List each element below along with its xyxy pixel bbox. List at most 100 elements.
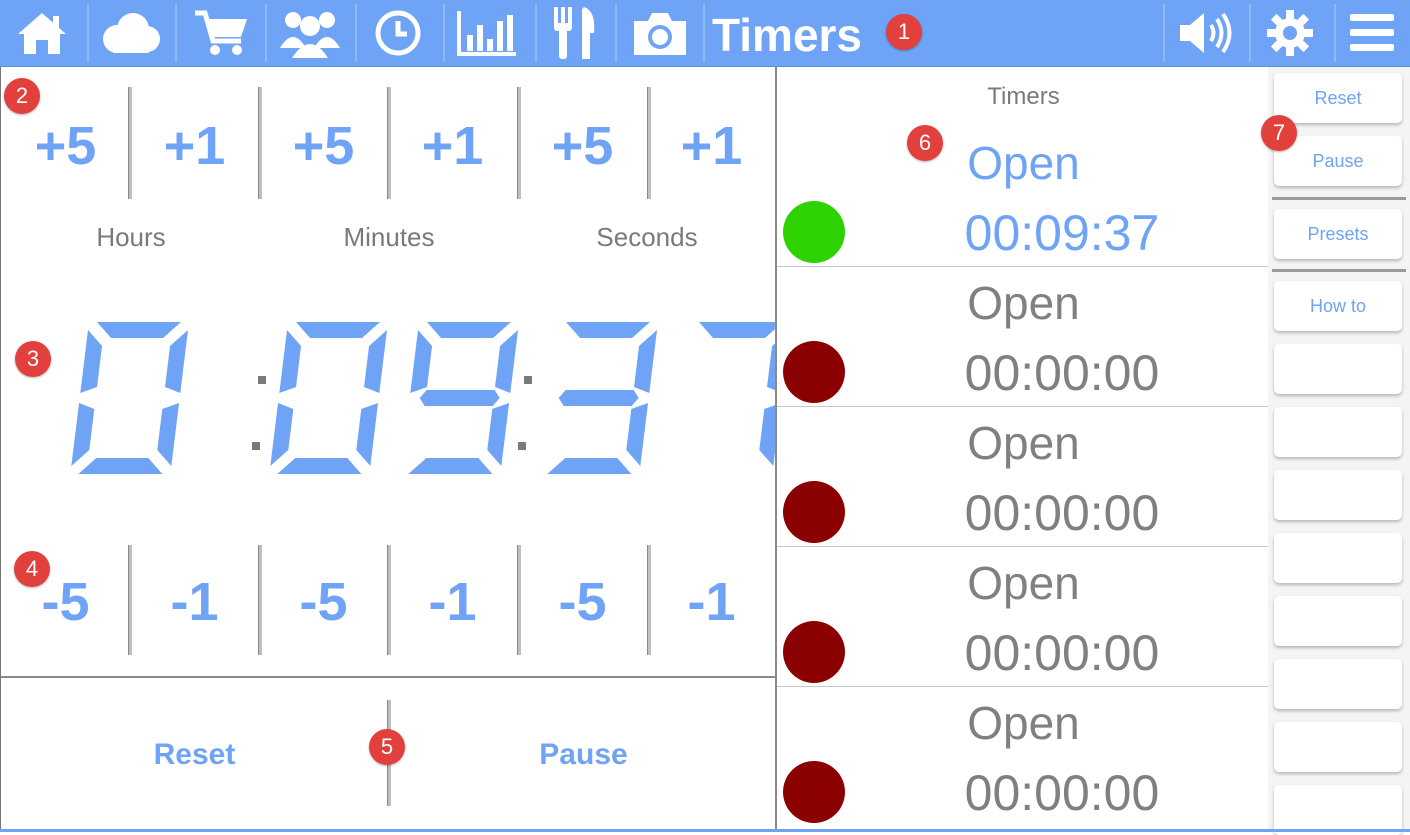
lcd-segment bbox=[547, 458, 632, 474]
sidebar-empty-button[interactable] bbox=[1274, 722, 1402, 772]
seconds-minus-1-button[interactable]: -1 bbox=[647, 547, 776, 657]
lcd-digit bbox=[270, 322, 388, 474]
timer-row-2[interactable]: Open 00:00:00 bbox=[777, 266, 1270, 407]
timer-row-1[interactable]: Open 00:09:37 bbox=[777, 126, 1270, 267]
toolbar-separator bbox=[265, 4, 267, 62]
toolbar-separator bbox=[1334, 4, 1336, 62]
timer-name: Open bbox=[967, 417, 1080, 469]
minutes-plus-1-button[interactable]: +1 bbox=[388, 91, 517, 201]
page-title: Timers bbox=[712, 9, 863, 61]
sidebar-empty-button[interactable] bbox=[1274, 533, 1402, 583]
lcd-digit bbox=[547, 322, 658, 474]
seconds-plus-5-button[interactable]: +5 bbox=[518, 91, 647, 201]
clock-icon[interactable] bbox=[370, 0, 426, 66]
sidebar-empty-button[interactable] bbox=[1274, 470, 1402, 520]
annotation-badge: 5 bbox=[369, 729, 405, 765]
people-icon[interactable] bbox=[278, 0, 342, 66]
menu-icon[interactable] bbox=[1344, 0, 1400, 66]
status-indicator bbox=[783, 481, 845, 543]
gear-icon[interactable] bbox=[1262, 0, 1318, 66]
divider bbox=[128, 87, 132, 199]
timers-list-title: Timers bbox=[987, 83, 1060, 110]
annotation-badge: 7 bbox=[1261, 115, 1297, 151]
minutes-plus-5-button[interactable]: +5 bbox=[259, 91, 388, 201]
lcd-time-display bbox=[1, 312, 776, 487]
sidebar-howto-button[interactable]: How to bbox=[1274, 281, 1402, 331]
minutes-minus-1-button[interactable]: -1 bbox=[388, 547, 517, 657]
lcd-segment bbox=[80, 330, 103, 393]
lcd-segment bbox=[270, 403, 294, 466]
sidebar-empty-button[interactable] bbox=[1274, 344, 1402, 394]
lcd-digit bbox=[71, 322, 189, 474]
status-indicator bbox=[783, 761, 845, 823]
sidebar-presets-button[interactable]: Presets bbox=[1274, 209, 1402, 259]
cloud-icon[interactable] bbox=[98, 0, 162, 66]
lcd-segment bbox=[626, 403, 649, 466]
status-indicator bbox=[783, 201, 845, 263]
annotation-badge: 3 bbox=[15, 341, 51, 377]
sidebar-empty-button[interactable] bbox=[1274, 407, 1402, 457]
timers-list-panel: Timers Open 00:09:37 Open 00:00:00 Open … bbox=[775, 67, 1270, 832]
divider bbox=[517, 87, 521, 199]
timer-time: 00:00:00 bbox=[964, 345, 1160, 401]
status-indicator bbox=[783, 621, 845, 683]
annotation-badge: 4 bbox=[14, 551, 50, 587]
timer-time: 00:00:00 bbox=[964, 485, 1160, 541]
timer-row-5[interactable]: Open 00:00:00 bbox=[777, 686, 1270, 826]
lcd-colon-dot bbox=[518, 442, 526, 450]
sidebar-empty-button[interactable] bbox=[1274, 659, 1402, 709]
lcd-segment bbox=[634, 330, 658, 393]
timer-time: 00:00:00 bbox=[964, 765, 1160, 821]
annotation-badge: 6 bbox=[907, 125, 943, 161]
annotation-badge: 1 bbox=[886, 14, 922, 50]
pause-button[interactable]: Pause bbox=[391, 678, 776, 832]
lcd-segment bbox=[356, 403, 379, 466]
volume-icon[interactable] bbox=[1176, 0, 1236, 66]
seconds-plus-1-button[interactable]: +1 bbox=[647, 91, 776, 201]
timer-time: 00:09:37 bbox=[964, 205, 1160, 261]
right-sidebar: Reset Pause Presets How to bbox=[1268, 67, 1410, 835]
divider bbox=[387, 87, 391, 199]
cart-icon[interactable] bbox=[190, 0, 252, 66]
divider bbox=[517, 545, 521, 655]
toolbar-separator bbox=[87, 4, 89, 62]
lcd-segment bbox=[277, 458, 362, 474]
home-icon[interactable] bbox=[12, 0, 72, 66]
toolbar-separator bbox=[175, 4, 177, 62]
bar-chart-icon[interactable] bbox=[455, 0, 519, 66]
seconds-minus-5-button[interactable]: -5 bbox=[518, 547, 647, 657]
lcd-segment bbox=[566, 322, 650, 338]
reset-button[interactable]: Reset bbox=[1, 678, 388, 832]
toolbar-separator bbox=[535, 4, 537, 62]
status-indicator bbox=[783, 341, 845, 403]
toolbar-separator bbox=[703, 4, 705, 62]
timer-row-4[interactable]: Open 00:00:00 bbox=[777, 546, 1270, 687]
hours-plus-1-button[interactable]: +1 bbox=[130, 91, 259, 201]
sidebar-separator bbox=[1272, 197, 1406, 200]
lcd-digit bbox=[699, 322, 776, 466]
hours-minus-1-button[interactable]: -1 bbox=[130, 547, 259, 657]
lcd-colon-dot bbox=[252, 442, 260, 450]
time-adjust-panel: +5 +1 +5 +1 +5 +1 Hours Minutes Seconds … bbox=[0, 67, 776, 832]
camera-icon[interactable] bbox=[628, 0, 692, 66]
sidebar-reset-button[interactable]: Reset bbox=[1274, 73, 1402, 123]
sidebar-empty-button[interactable] bbox=[1274, 596, 1402, 646]
timer-name: Open bbox=[967, 277, 1080, 329]
lcd-segment bbox=[71, 403, 95, 466]
sidebar-empty-button[interactable] bbox=[1274, 785, 1402, 835]
lcd-segment bbox=[495, 330, 519, 393]
lcd-segment bbox=[699, 322, 776, 338]
divider bbox=[258, 545, 262, 655]
toolbar-separator bbox=[355, 4, 357, 62]
toolbar-separator bbox=[615, 4, 617, 62]
cutlery-icon[interactable] bbox=[548, 0, 600, 66]
divider bbox=[387, 545, 391, 655]
lcd-colon-dot bbox=[524, 376, 532, 384]
timer-row-3[interactable]: Open 00:00:00 bbox=[777, 406, 1270, 547]
minutes-minus-5-button[interactable]: -5 bbox=[259, 547, 388, 657]
divider bbox=[647, 545, 651, 655]
seconds-label: Seconds bbox=[596, 222, 698, 252]
divider bbox=[128, 545, 132, 655]
lcd-digit bbox=[408, 322, 519, 474]
lcd-segment bbox=[165, 330, 189, 393]
